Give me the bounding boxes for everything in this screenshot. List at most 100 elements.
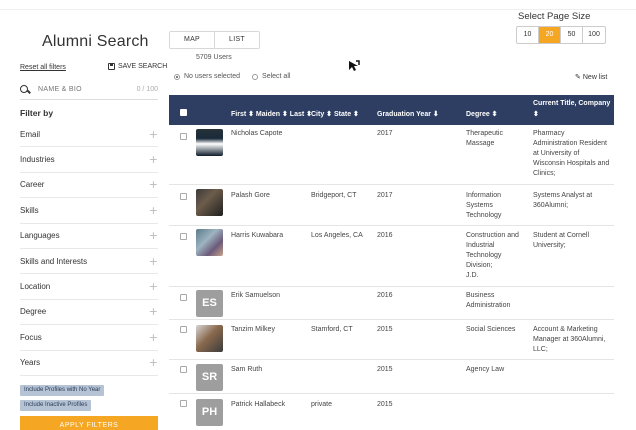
map-view-button[interactable]: MAP bbox=[170, 32, 215, 48]
apply-filters-button[interactable]: APPLY FILTERS bbox=[20, 416, 158, 430]
table-row[interactable]: Palash Gore Bridgeport, CT 2017 Informat… bbox=[169, 185, 614, 226]
header-title-sort-icon[interactable]: ⬍ bbox=[533, 110, 539, 118]
select-all-checkbox[interactable] bbox=[180, 109, 187, 116]
page-size-10[interactable]: 10 bbox=[517, 27, 539, 43]
alumni-name[interactable]: Palash Gore bbox=[231, 191, 270, 201]
title-line: Administration Resident bbox=[533, 140, 607, 147]
alumni-location: Los Angeles, CA bbox=[311, 232, 363, 239]
table-row[interactable]: Tanzim Milkey Stamford, CT 2015 Social S… bbox=[169, 320, 614, 360]
degree-line: Information bbox=[466, 192, 502, 199]
page-size-50[interactable]: 50 bbox=[561, 27, 583, 43]
row-checkbox[interactable] bbox=[180, 133, 187, 140]
no-users-selected-label: No users selected bbox=[184, 73, 241, 80]
select-all-radio[interactable] bbox=[252, 73, 259, 80]
filter-languages[interactable]: Languages + bbox=[20, 224, 158, 249]
header-name[interactable]: First ⬍ Maiden ⬍ Last ⬍ bbox=[231, 110, 312, 118]
table-row[interactable]: PH Patrick Hallabeck private 2015 bbox=[169, 394, 614, 430]
table-row[interactable]: Harris Kuwabara Los Angeles, CA 2016 Con… bbox=[169, 226, 614, 287]
alumni-year: 2016 bbox=[377, 292, 393, 299]
filter-label: Degree bbox=[20, 307, 47, 317]
header-graduation-year[interactable]: Graduation Year ⬇ bbox=[377, 110, 439, 118]
plus-icon: + bbox=[148, 280, 158, 294]
degree-line: Social Sciences bbox=[466, 326, 516, 333]
select-all-label: Select all bbox=[262, 73, 291, 80]
plus-icon: + bbox=[148, 203, 158, 217]
row-checkbox[interactable] bbox=[180, 294, 187, 301]
avatar[interactable] bbox=[196, 189, 223, 216]
alumni-title: Student at Cornell University; bbox=[533, 231, 589, 251]
filter-label: Industries bbox=[20, 155, 55, 165]
view-toggle: MAP LIST bbox=[169, 31, 260, 49]
filter-label: Skills and Interests bbox=[20, 256, 88, 266]
search-icon bbox=[20, 83, 30, 97]
alumni-year: 2017 bbox=[377, 192, 393, 199]
title-line: Student at Cornell bbox=[533, 232, 590, 239]
title-line: 360Alumni; bbox=[533, 202, 569, 209]
alumni-title: Account & Marketing Manager at 360Alumni… bbox=[533, 325, 605, 355]
filter-list: Email + Industries + Career + Skills + Langu… bbox=[20, 122, 158, 376]
alumni-year: 2015 bbox=[377, 366, 393, 373]
filter-focus[interactable]: Focus + bbox=[20, 325, 158, 351]
filter-label: Career bbox=[20, 180, 45, 190]
alumni-name[interactable]: Sam Ruth bbox=[231, 365, 262, 375]
avatar[interactable]: PH bbox=[196, 399, 223, 426]
header-current-title[interactable]: Current Title, Company bbox=[533, 100, 610, 107]
filter-label: Languages bbox=[20, 231, 60, 241]
filter-years[interactable]: Years + bbox=[20, 351, 158, 376]
include-inactive-toggle[interactable]: Include Inactive Profiles bbox=[20, 400, 92, 411]
filter-label: Skills bbox=[20, 205, 39, 215]
avatar[interactable]: SR bbox=[196, 364, 223, 391]
filter-label: Years bbox=[20, 358, 41, 368]
plus-icon: + bbox=[148, 254, 158, 268]
alumni-name[interactable]: Harris Kuwabara bbox=[231, 231, 283, 241]
alumni-year: 2015 bbox=[377, 401, 393, 408]
degree-line: Division; bbox=[466, 262, 493, 269]
alumni-year: 2016 bbox=[377, 232, 393, 239]
alumni-location: Bridgeport, CT bbox=[311, 192, 357, 199]
new-list-button[interactable]: ✎ New list bbox=[575, 73, 607, 81]
filter-label: Focus bbox=[20, 332, 42, 342]
reset-filters-link[interactable]: Reset all filters bbox=[20, 64, 66, 71]
include-no-year-toggle[interactable]: Include Profiles with No Year bbox=[20, 385, 105, 396]
row-checkbox[interactable] bbox=[180, 366, 187, 373]
alumni-location: private bbox=[311, 401, 333, 408]
alumni-name[interactable]: Tanzim Milkey bbox=[231, 325, 275, 335]
avatar[interactable] bbox=[196, 325, 223, 352]
row-checkbox[interactable] bbox=[180, 233, 187, 240]
row-checkbox[interactable] bbox=[180, 400, 187, 407]
header-degree[interactable]: Degree ⬍ bbox=[466, 110, 498, 118]
row-checkbox[interactable] bbox=[180, 326, 187, 333]
filter-degree[interactable]: Degree + bbox=[20, 300, 158, 326]
filter-skills[interactable]: Skills + bbox=[20, 198, 158, 224]
table-row[interactable]: SR Sam Ruth 2015 Agency Law bbox=[169, 360, 614, 394]
filter-location[interactable]: Location + bbox=[20, 274, 158, 300]
filter-label: Location bbox=[20, 282, 51, 292]
page-size-20[interactable]: 20 bbox=[539, 27, 561, 43]
alumni-name[interactable]: Patrick Hallabeck bbox=[231, 400, 285, 410]
search-input[interactable] bbox=[38, 86, 128, 93]
avatar[interactable] bbox=[196, 129, 223, 156]
avatar[interactable]: ES bbox=[196, 290, 223, 317]
alumni-name[interactable]: Erik Samuelson bbox=[231, 291, 280, 301]
list-view-button[interactable]: LIST bbox=[215, 32, 259, 48]
filter-career[interactable]: Career + bbox=[20, 173, 158, 199]
title-line: Account & Marketing bbox=[533, 326, 598, 333]
alumni-degree: Agency Law bbox=[466, 365, 504, 375]
save-search-button[interactable]: SAVE SEARCH bbox=[108, 63, 167, 70]
degree-line: Agency Law bbox=[466, 366, 505, 373]
filter-skills-interests[interactable]: Skills and Interests + bbox=[20, 249, 158, 275]
new-list-label: New list bbox=[582, 73, 608, 81]
row-checkbox[interactable] bbox=[180, 193, 187, 200]
page-size-100[interactable]: 100 bbox=[583, 27, 605, 43]
avatar[interactable] bbox=[196, 229, 223, 256]
selection-options: No users selected Select all bbox=[174, 73, 290, 80]
alumni-name[interactable]: Nicholas Capote bbox=[231, 129, 282, 139]
no-users-selected-radio[interactable] bbox=[174, 73, 180, 80]
table-row[interactable]: Nicholas Capote 2017 Therapeutic Massage… bbox=[169, 125, 614, 185]
header-location[interactable]: City ⬍ State ⬍ bbox=[311, 110, 359, 118]
filter-email[interactable]: Email + bbox=[20, 122, 158, 148]
plus-icon: + bbox=[148, 127, 158, 141]
table-row[interactable]: ES Erik Samuelson 2016 Business Administ… bbox=[169, 287, 614, 320]
user-count: 5709 Users bbox=[196, 54, 232, 61]
filter-industries[interactable]: Industries + bbox=[20, 147, 158, 173]
